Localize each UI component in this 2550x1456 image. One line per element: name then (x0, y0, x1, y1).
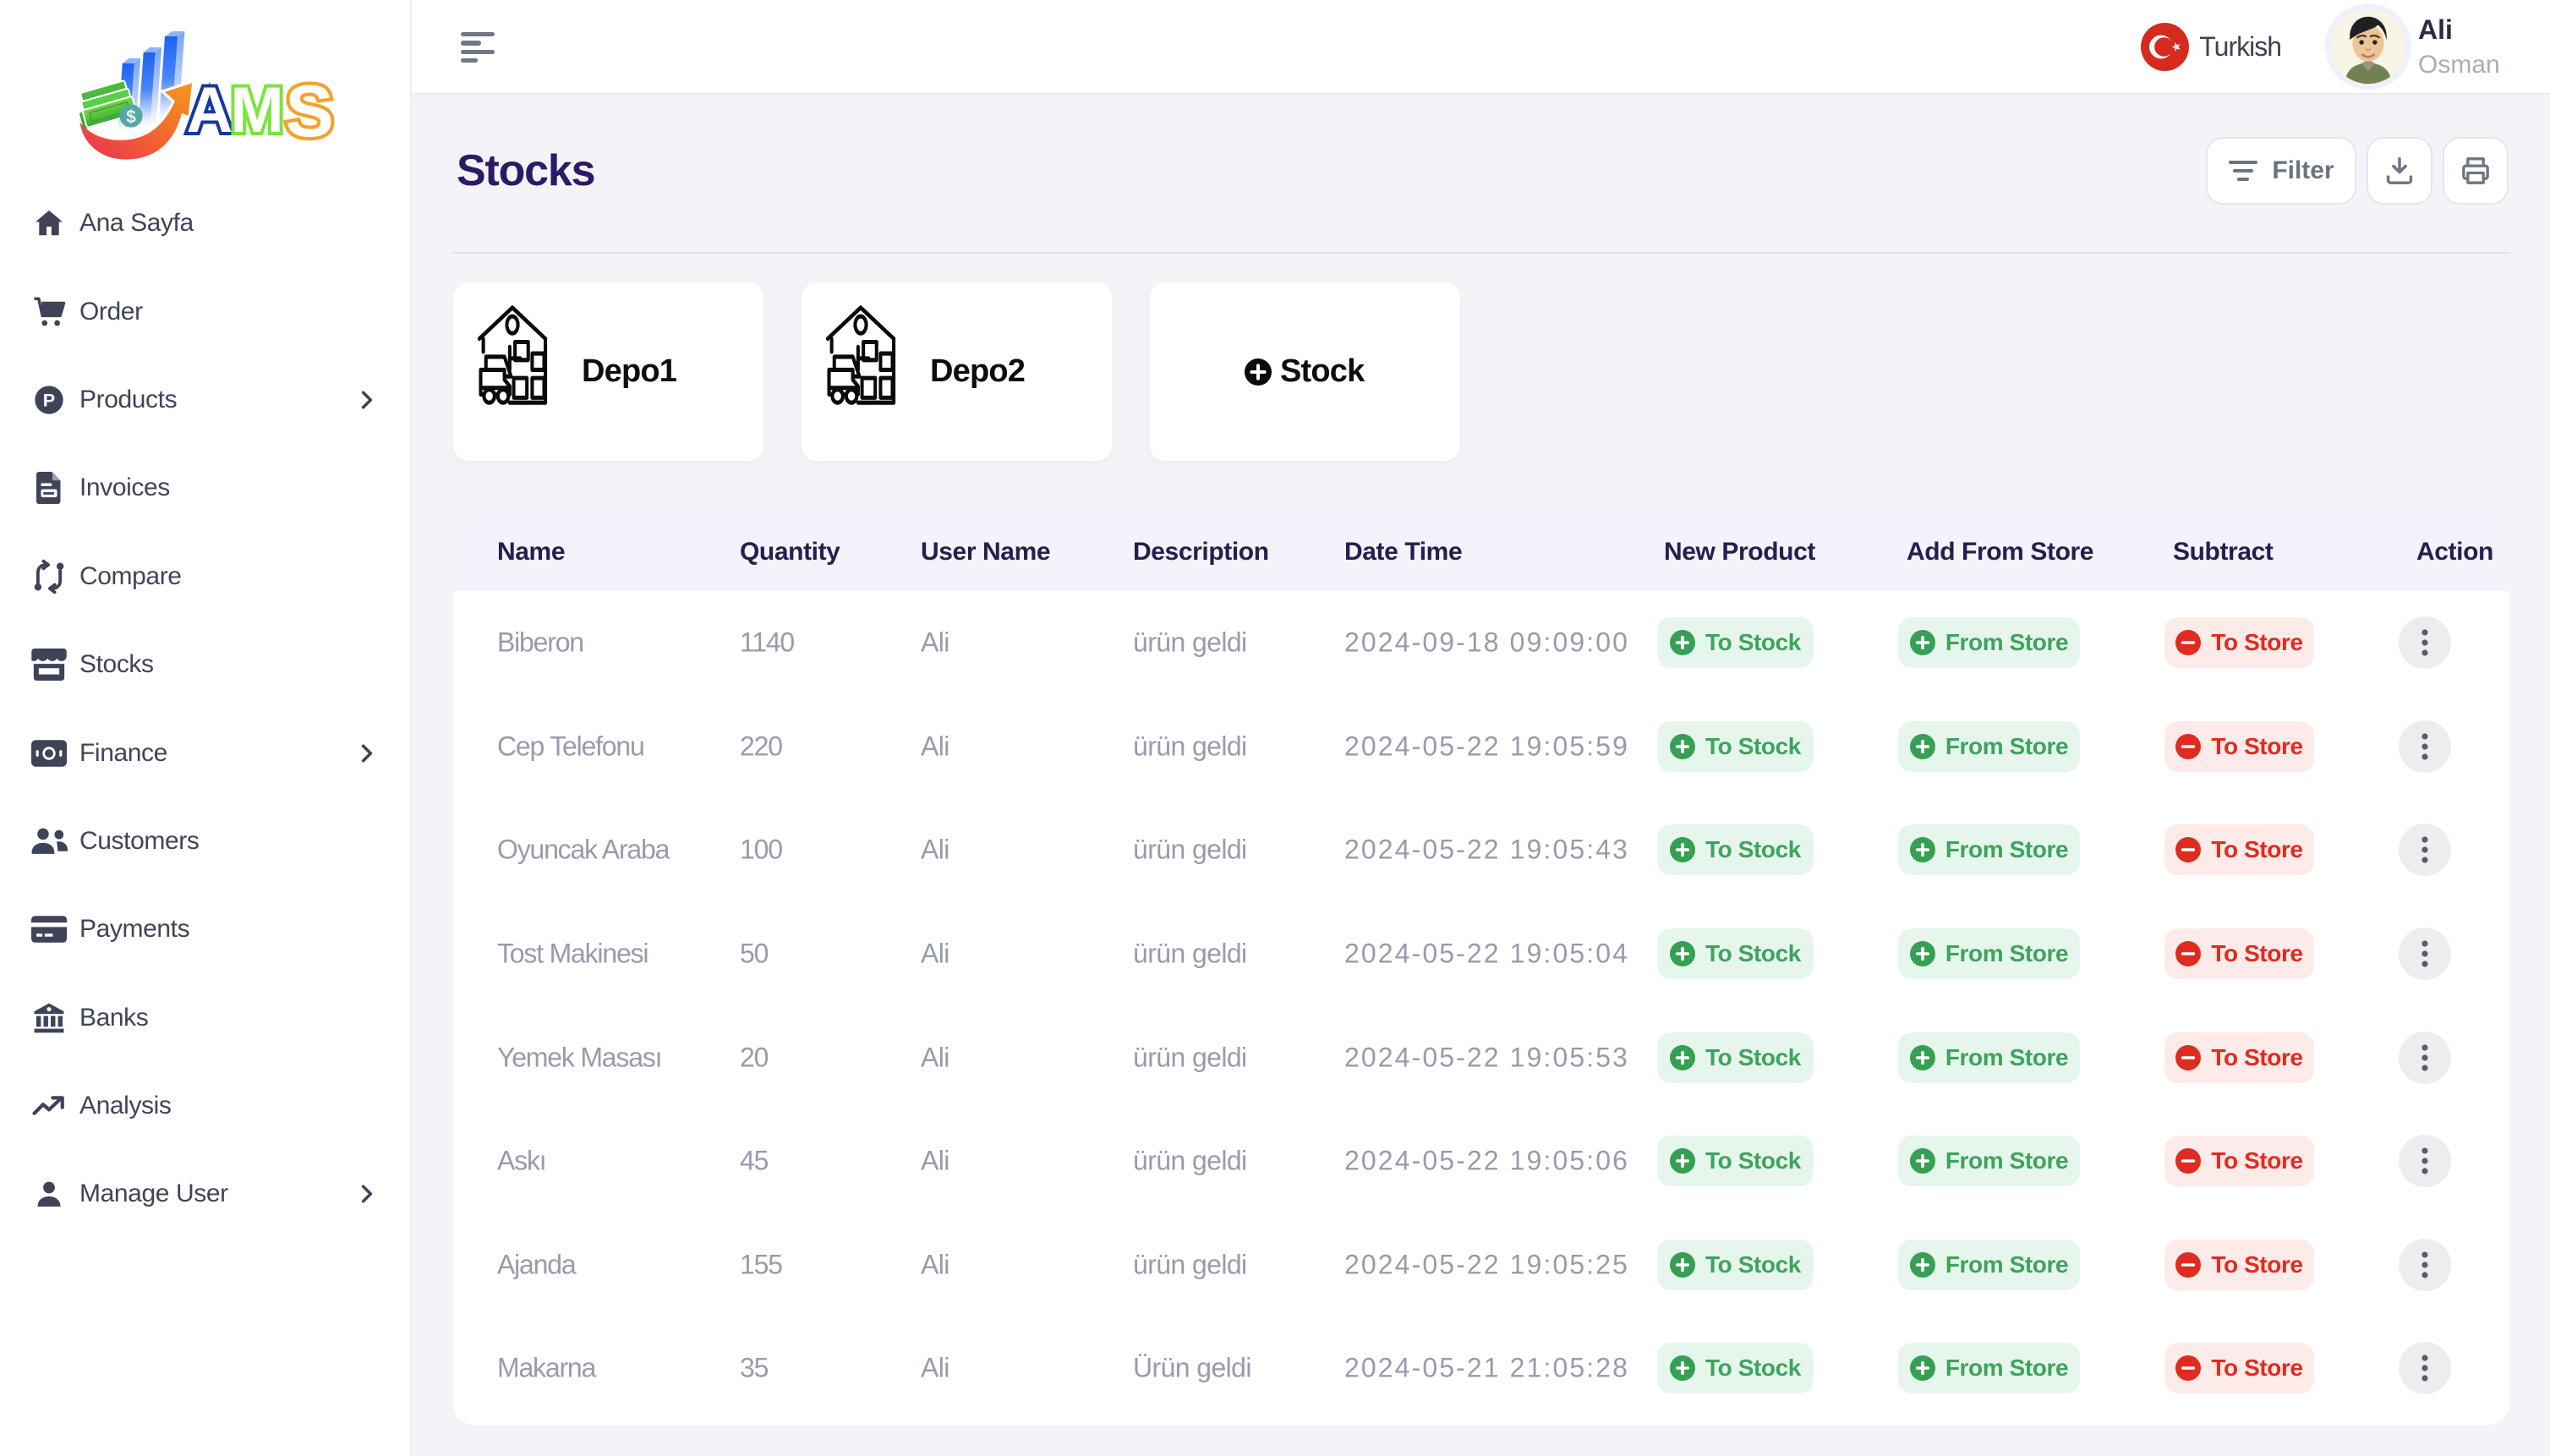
svg-text:P: P (43, 390, 55, 411)
svg-text:A: A (187, 74, 233, 146)
svg-text:M: M (230, 74, 283, 146)
svg-text:$: $ (126, 107, 136, 127)
svg-text:S: S (285, 71, 333, 152)
